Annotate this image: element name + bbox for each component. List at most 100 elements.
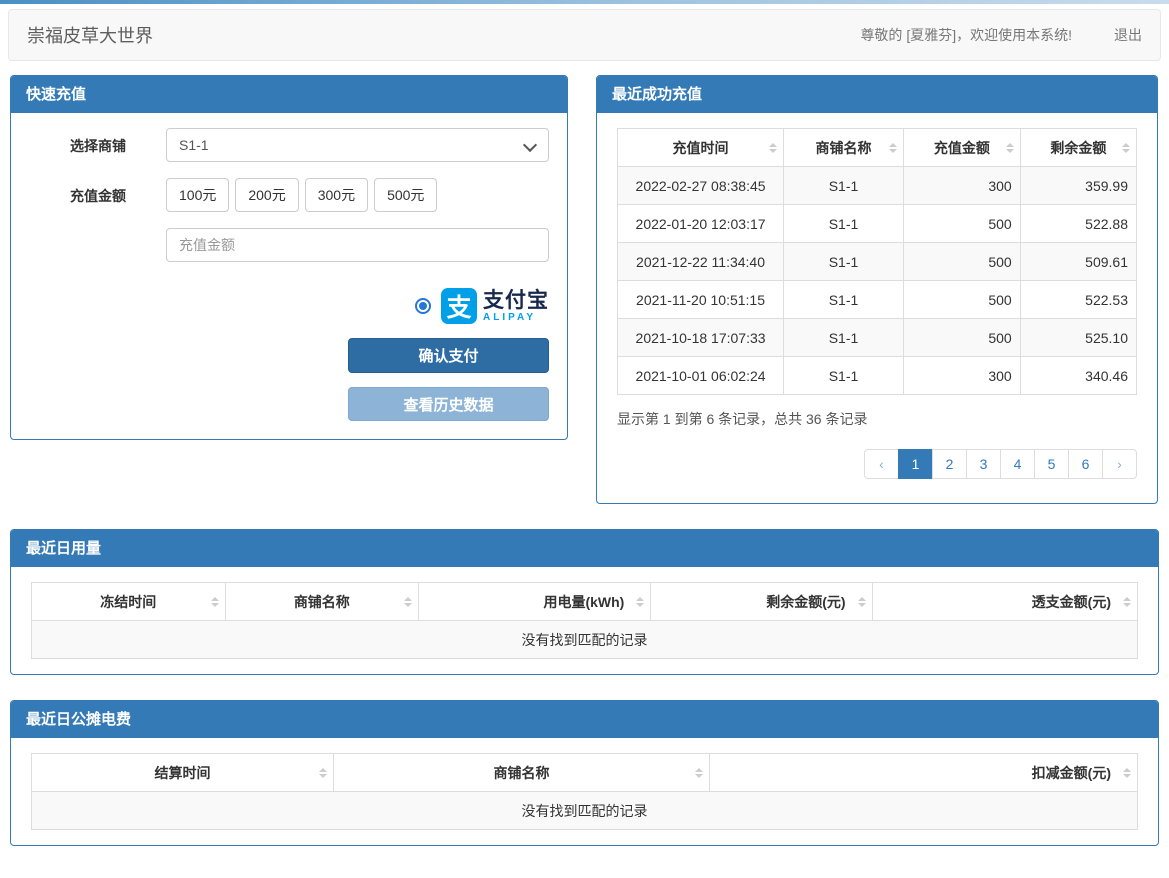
recent-recharge-panel: 最近成功充值 充值时间 商铺名称 充值金额 剩余金额 2022 [596, 75, 1158, 504]
cell-shop: S1-1 [784, 205, 904, 243]
table-row: 2022-01-20 12:03:17 S1-1 500 522.88 [618, 205, 1137, 243]
amount-input-spacer [29, 228, 166, 262]
table-header-row: 充值时间 商铺名称 充值金额 剩余金额 [618, 129, 1137, 167]
cell-amount: 500 [903, 205, 1020, 243]
cell-amount: 300 [903, 357, 1020, 395]
app-title: 崇福皮草大世界 [27, 22, 153, 48]
column-header-freeze-time[interactable]: 冻结时间 [32, 583, 226, 621]
pagination-prev[interactable]: ‹ [864, 449, 899, 479]
shared-fee-table: 结算时间 商铺名称 扣减金额(元) 没有找到匹配的记录 [31, 753, 1138, 830]
column-header-shop-name[interactable]: 商铺名称 [333, 754, 709, 792]
cell-amount: 500 [903, 243, 1020, 281]
preset-amount-button-300[interactable]: 300元 [305, 178, 368, 212]
empty-row: 没有找到匹配的记录 [32, 792, 1138, 830]
cell-time: 2021-10-18 17:07:33 [618, 319, 784, 357]
shop-select-value: S1-1 [179, 137, 209, 153]
pagination-page-5[interactable]: 5 [1035, 449, 1069, 479]
table-row: 2021-10-01 06:02:24 S1-1 300 340.46 [618, 357, 1137, 395]
column-header-settle-time[interactable]: 结算时间 [32, 754, 334, 792]
sort-icon [1122, 143, 1130, 153]
cell-balance: 522.88 [1020, 205, 1136, 243]
amount-input[interactable] [166, 228, 549, 262]
recent-recharge-title: 最近成功充值 [597, 76, 1157, 113]
table-row: 2022-02-27 08:38:45 S1-1 300 359.99 [618, 167, 1137, 205]
column-header-power-usage[interactable]: 用电量(kWh) [419, 583, 651, 621]
alipay-name-cn: 支付宝 [483, 290, 549, 311]
pagination-summary: 显示第 1 到第 6 条记录，总共 36 条记录 [617, 409, 1137, 429]
sort-icon [319, 768, 327, 778]
sort-icon [858, 597, 866, 607]
cell-balance: 509.61 [1020, 243, 1136, 281]
amount-label: 充值金额 [29, 178, 166, 212]
top-accent-bar [0, 0, 1169, 4]
sort-icon [211, 597, 219, 607]
cell-amount: 500 [903, 281, 1020, 319]
table-row: 2021-11-20 10:51:15 S1-1 500 522.53 [618, 281, 1137, 319]
sort-icon [695, 768, 703, 778]
cell-shop: S1-1 [784, 281, 904, 319]
alipay-name-en: ALIPAY [483, 313, 549, 323]
column-header-remaining-amount[interactable]: 剩余金额 [1020, 129, 1136, 167]
shop-select[interactable]: S1-1 [166, 128, 549, 162]
preset-amount-button-100[interactable]: 100元 [166, 178, 229, 212]
pagination-next[interactable]: › [1103, 449, 1137, 479]
sort-icon [769, 143, 777, 153]
pagination: ‹ 1 2 3 4 5 6 › [864, 449, 1137, 479]
column-header-overdraft-amount[interactable]: 透支金额(元) [872, 583, 1137, 621]
chevron-down-icon [523, 138, 537, 152]
cell-balance: 359.99 [1020, 167, 1136, 205]
shared-fee-title: 最近日公摊电费 [11, 701, 1158, 738]
column-header-shop-name[interactable]: 商铺名称 [784, 129, 904, 167]
logout-link[interactable]: 退出 [1114, 25, 1142, 45]
cell-balance: 522.53 [1020, 281, 1136, 319]
daily-usage-panel: 最近日用量 冻结时间 商铺名称 用电量(kWh) 剩余金额(元) 透支金额(元)… [10, 529, 1159, 675]
column-header-shop-name[interactable]: 商铺名称 [225, 583, 419, 621]
alipay-radio[interactable] [415, 298, 431, 314]
sort-icon [1123, 597, 1131, 607]
table-row: 2021-12-22 11:34:40 S1-1 500 509.61 [618, 243, 1137, 281]
table-row: 2021-10-18 17:07:33 S1-1 500 525.10 [618, 319, 1137, 357]
cell-time: 2021-11-20 10:51:15 [618, 281, 784, 319]
alipay-logo[interactable]: 支 支付宝 ALIPAY [441, 288, 549, 324]
pagination-page-6[interactable]: 6 [1069, 449, 1103, 479]
cell-amount: 500 [903, 319, 1020, 357]
no-records-message: 没有找到匹配的记录 [32, 792, 1138, 830]
welcome-text: 尊敬的 [夏雅芬]，欢迎使用本系统! [860, 25, 1072, 45]
view-history-button[interactable]: 查看历史数据 [348, 387, 549, 421]
cell-shop: S1-1 [784, 319, 904, 357]
no-records-message: 没有找到匹配的记录 [32, 621, 1138, 659]
quick-recharge-title: 快速充值 [11, 76, 567, 113]
column-header-remaining-amount[interactable]: 剩余金额(元) [651, 583, 872, 621]
pagination-page-2[interactable]: 2 [933, 449, 967, 479]
confirm-payment-button[interactable]: 确认支付 [348, 338, 549, 373]
shared-fee-panel: 最近日公摊电费 结算时间 商铺名称 扣减金额(元) 没有找到匹配的记录 [10, 700, 1159, 846]
column-header-deduction-amount[interactable]: 扣减金额(元) [709, 754, 1137, 792]
daily-usage-title: 最近日用量 [11, 530, 1158, 567]
cell-time: 2022-01-20 12:03:17 [618, 205, 784, 243]
daily-usage-table: 冻结时间 商铺名称 用电量(kWh) 剩余金额(元) 透支金额(元) 没有找到匹… [31, 582, 1138, 659]
preset-amount-button-500[interactable]: 500元 [374, 178, 437, 212]
cell-amount: 300 [903, 167, 1020, 205]
sort-icon [1006, 143, 1014, 153]
cell-time: 2022-02-27 08:38:45 [618, 167, 784, 205]
column-header-recharge-amount[interactable]: 充值金额 [903, 129, 1020, 167]
top-navbar: 崇福皮草大世界 尊敬的 [夏雅芬]，欢迎使用本系统! 退出 [8, 9, 1161, 61]
empty-row: 没有找到匹配的记录 [32, 621, 1138, 659]
cell-time: 2021-10-01 06:02:24 [618, 357, 784, 395]
shop-select-label: 选择商铺 [29, 128, 166, 162]
sort-icon [1123, 768, 1131, 778]
pagination-page-1[interactable]: 1 [899, 449, 933, 479]
preset-amount-button-200[interactable]: 200元 [235, 178, 298, 212]
cell-balance: 525.10 [1020, 319, 1136, 357]
column-header-recharge-time[interactable]: 充值时间 [618, 129, 784, 167]
pagination-page-3[interactable]: 3 [967, 449, 1001, 479]
cell-shop: S1-1 [784, 357, 904, 395]
cell-shop: S1-1 [784, 243, 904, 281]
pagination-page-4[interactable]: 4 [1001, 449, 1035, 479]
sort-icon [889, 143, 897, 153]
sort-icon [636, 597, 644, 607]
recent-recharge-table: 充值时间 商铺名称 充值金额 剩余金额 2022-02-27 08:38:45 … [617, 128, 1137, 395]
cell-balance: 340.46 [1020, 357, 1136, 395]
cell-time: 2021-12-22 11:34:40 [618, 243, 784, 281]
table-header-row: 结算时间 商铺名称 扣减金额(元) [32, 754, 1138, 792]
